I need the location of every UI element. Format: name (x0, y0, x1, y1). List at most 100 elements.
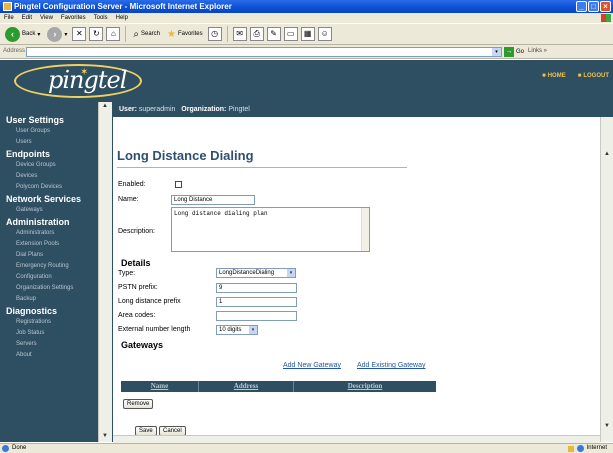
add-existing-gateway-link[interactable]: Add Existing Gateway (357, 362, 425, 369)
name-input[interactable]: Long Distance (171, 195, 255, 205)
type-label: Type: (118, 270, 136, 277)
stop-icon[interactable]: ✕ (72, 27, 87, 41)
print-icon[interactable]: ⎙ (249, 27, 264, 41)
address-bar: Address ▾ → Go Links » (0, 45, 613, 59)
column-name[interactable]: Name (121, 381, 199, 392)
description-textarea[interactable]: Long distance dialing plan (171, 207, 370, 252)
menu-view[interactable]: View (40, 15, 53, 21)
menu-edit[interactable]: Edit (22, 15, 32, 21)
type-select[interactable]: LongDistanceDialing ▾ (216, 268, 296, 278)
nav-section-network-services: Network Services (6, 194, 82, 204)
home-link[interactable]: ■ HOME (542, 73, 566, 79)
menu-help[interactable]: Help (116, 15, 128, 21)
forward-button[interactable]: › ▾ (45, 25, 69, 43)
favorites-button[interactable]: ★ Favorites (165, 25, 205, 43)
star-icon: ★ (167, 28, 176, 40)
column-description[interactable]: Description (294, 381, 436, 392)
horizontal-scrollbar[interactable] (113, 435, 600, 443)
nav-section-administration: Administration (6, 217, 70, 227)
globe-icon (576, 445, 584, 452)
discuss-icon[interactable]: ▦ (300, 27, 315, 41)
ie-app-icon (3, 2, 12, 11)
sidebar-item-users[interactable]: Users (0, 137, 113, 148)
sidebar-item-organization-settings[interactable]: Organization Settings (0, 283, 113, 294)
minimize-button[interactable]: _ (576, 1, 587, 12)
home-icon[interactable]: ⌂ (106, 27, 121, 41)
sidebar-item-configuration[interactable]: Configuration (0, 272, 113, 283)
window-titlebar: Pingtel Configuration Server - Microsoft… (0, 0, 613, 13)
status-text: Done (12, 445, 27, 451)
sidebar-item-emergency-routing[interactable]: Emergency Routing (0, 261, 113, 272)
messenger-icon[interactable]: ☺ (317, 27, 332, 41)
browser-toolbar: ‹ Back ▾ › ▾ ✕ ↻ ⌂ ⌕ Search ★ Favorites … (0, 23, 613, 45)
edit-icon[interactable]: ✎ (266, 27, 281, 41)
sidebar-item-job-status[interactable]: Job Status (0, 328, 113, 339)
menu-bar: File Edit View Favorites Tools Help (0, 13, 613, 23)
nav-section-user-settings: User Settings (6, 115, 65, 125)
description-scrollbar[interactable] (361, 208, 369, 251)
sidebar-item-registrations[interactable]: Registrations (0, 317, 113, 328)
window-title: Pingtel Configuration Server - Microsoft… (14, 2, 232, 11)
name-label: Name: (118, 196, 139, 203)
lock-icon (567, 445, 574, 452)
sidebar-item-extension-pools[interactable]: Extension Pools (0, 239, 113, 250)
main-scrollbar[interactable]: ▲ ▼ (600, 117, 613, 442)
windows-logo-icon (601, 14, 611, 22)
go-button[interactable]: → Go (504, 47, 524, 57)
sidebar-item-gateways[interactable]: Gateways (0, 205, 113, 216)
back-button[interactable]: ‹ Back ▾ (3, 25, 42, 43)
area-codes-label: Area codes: (118, 312, 156, 319)
sidebar-item-administrators[interactable]: Administrators (0, 228, 113, 239)
pstn-prefix-input[interactable]: 9 (216, 283, 297, 293)
zone-label: Internet (586, 445, 607, 451)
page-title: Long Distance Dialing (117, 148, 254, 163)
long-distance-prefix-input[interactable]: 1 (216, 297, 297, 307)
sidebar-scrollbar[interactable]: ▲ ▼ (98, 102, 112, 442)
folder-icon[interactable]: ▭ (283, 27, 298, 41)
enabled-checkbox[interactable] (175, 181, 182, 188)
main-content: Long Distance Dialing Enabled: Name: Lon… (113, 117, 600, 442)
mail-icon[interactable]: ✉ (232, 27, 247, 41)
history-icon[interactable]: ◷ (207, 27, 222, 41)
menu-tools[interactable]: Tools (94, 15, 108, 21)
description-label: Description: (118, 228, 155, 235)
address-input[interactable]: ▾ (26, 47, 502, 57)
add-new-gateway-link[interactable]: Add New Gateway (283, 362, 341, 369)
title-divider (117, 167, 407, 168)
chevron-down-icon: ▾ (287, 269, 295, 277)
area-codes-input[interactable] (216, 311, 297, 321)
scroll-down-icon[interactable]: ▼ (102, 433, 108, 439)
column-address[interactable]: Address (199, 381, 294, 392)
sidebar-item-backup[interactable]: Backup (0, 294, 113, 305)
scroll-down-icon[interactable]: ▼ (604, 423, 610, 429)
address-dropdown-icon[interactable]: ▾ (492, 48, 501, 56)
sidebar-item-dial-plans[interactable]: Dial Plans (0, 250, 113, 261)
user-label: User: (119, 106, 137, 113)
external-number-length-select[interactable]: 10 digits ▾ (216, 325, 258, 335)
sidebar-item-devices[interactable]: Devices (0, 171, 113, 182)
sidebar-item-device-groups[interactable]: Device Groups (0, 160, 113, 171)
sidebar-item-servers[interactable]: Servers (0, 339, 113, 350)
logout-link[interactable]: ■ LOGOUT (578, 73, 609, 79)
sidebar-item-polycom-devices[interactable]: Polycom Devices (0, 182, 113, 193)
maximize-button[interactable]: □ (588, 1, 599, 12)
brand-header: pingtel ✶ ■ HOME ■ LOGOUT (0, 60, 613, 102)
remove-button[interactable]: Remove (123, 399, 154, 409)
search-button[interactable]: ⌕ Search (131, 25, 162, 43)
external-number-length-label: External number length (118, 326, 191, 333)
menu-favorites[interactable]: Favorites (61, 15, 86, 21)
menu-file[interactable]: File (4, 15, 14, 21)
pingtel-logo: pingtel ✶ (14, 64, 142, 98)
scroll-up-icon[interactable]: ▲ (604, 151, 610, 157)
sidebar-item-about[interactable]: About (0, 350, 113, 361)
search-icon: ⌕ (133, 28, 139, 40)
user-value: superadmin (138, 106, 176, 113)
scroll-up-icon[interactable]: ▲ (102, 103, 108, 109)
close-button[interactable]: × (600, 1, 611, 12)
back-arrow-icon: ‹ (5, 26, 20, 42)
refresh-icon[interactable]: ↻ (89, 27, 104, 41)
links-button[interactable]: Links » (528, 48, 547, 54)
sidebar-item-user-groups[interactable]: User Groups (0, 126, 113, 137)
enabled-label: Enabled: (118, 181, 146, 188)
gateways-table-header: Name Address Description (121, 381, 436, 392)
